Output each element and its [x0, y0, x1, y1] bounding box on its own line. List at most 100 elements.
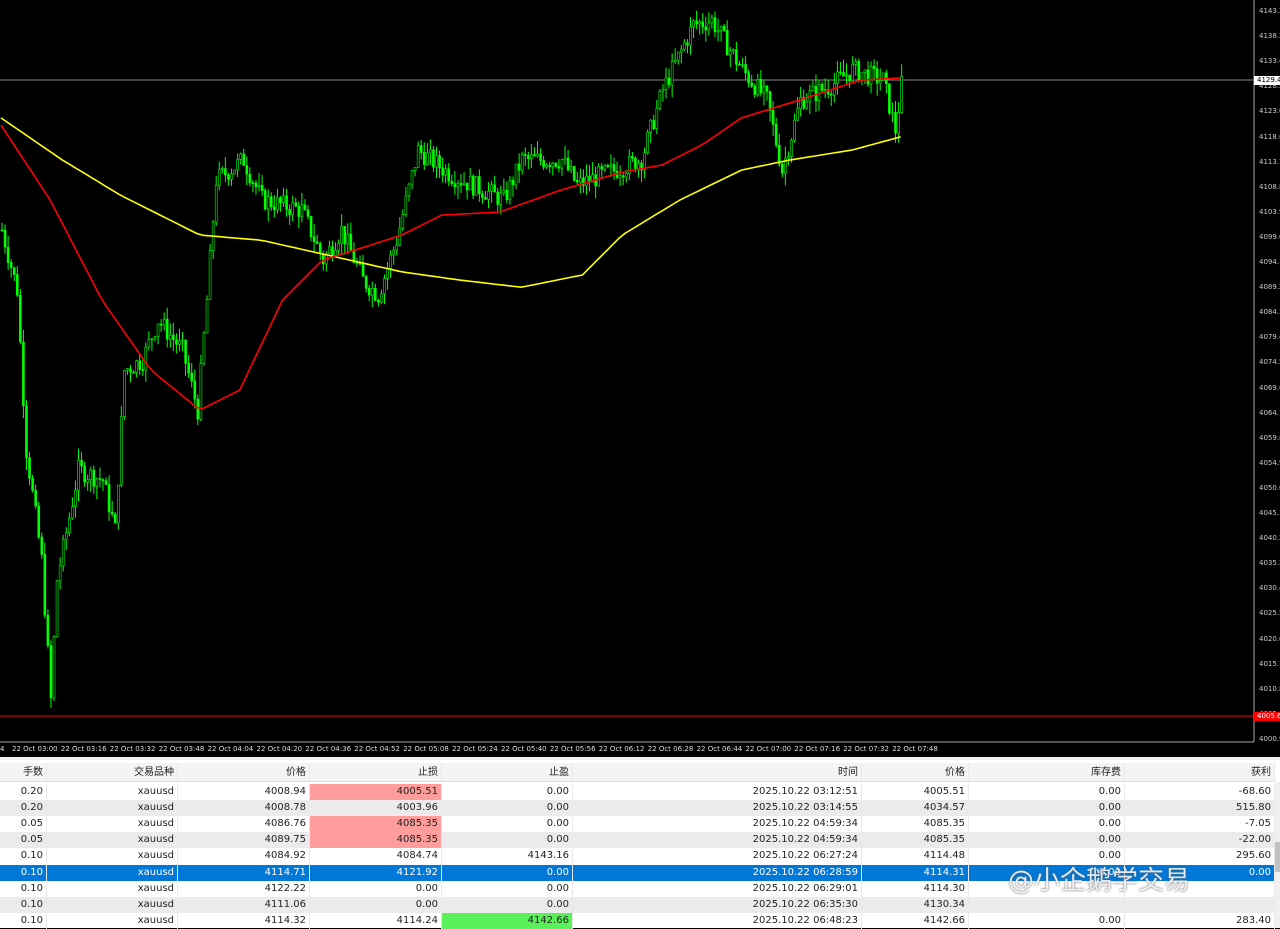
candle-body: [300, 204, 304, 217]
scrollbar[interactable]: [1275, 782, 1280, 928]
table-row[interactable]: 0.20 xauusd 4008.78 4003.96 0.00 2025.10.22 0…: [0, 800, 1275, 817]
candle-body: [120, 416, 123, 486]
table-cell: 4114.31: [862, 864, 969, 881]
candle-body: [728, 50, 732, 56]
candle-body: [273, 206, 276, 211]
time-tick-label: 22 Oct 05:56: [549, 745, 596, 753]
candle-body: [159, 323, 163, 326]
table-cell: 4085.35: [310, 816, 442, 833]
price-tick-label: 4050.0: [1259, 483, 1280, 492]
table-cell: 4008.94: [178, 784, 310, 800]
table-cell: 0.00: [969, 816, 1125, 833]
candle-body: [193, 380, 197, 400]
price-tick-label: 4045.1: [1259, 509, 1280, 517]
table-cell: xauusd: [47, 816, 178, 833]
candle-body: [533, 154, 536, 157]
candle-body: [288, 209, 291, 215]
table-cell: 0.00: [969, 784, 1125, 800]
candle-body: [291, 202, 295, 215]
candle-body: [459, 182, 463, 186]
table-row[interactable]: 0.10 xauusd 4114.32 4114.24 4142.66 2025.10.2…: [0, 912, 1275, 929]
table-cell: [969, 896, 1125, 913]
chart-canvas[interactable]: [0, 0, 1280, 757]
candle-body: [689, 26, 692, 46]
table-cell: 0.20: [0, 800, 47, 817]
candle-body: [539, 153, 542, 161]
table-row[interactable]: 0.10 xauusd 4111.06 0.00 0.00 2025.10.22 06:3…: [0, 896, 1275, 913]
candle-body: [551, 162, 555, 167]
column-header[interactable]: 价格: [862, 763, 969, 781]
column-header[interactable]: 价格: [178, 763, 310, 781]
price-tick-label: 4030.4: [1259, 584, 1280, 593]
table-row[interactable]: 0.05 xauusd 4089.75 4085.35 0.00 2025.10.22 0…: [0, 832, 1275, 849]
table-cell: -68.60: [1125, 784, 1275, 800]
time-tick-label: 22 Oct 07:32: [843, 745, 889, 753]
candle-body: [438, 155, 441, 169]
candle-body: [221, 168, 224, 170]
candle-body: [517, 163, 521, 171]
candle-body: [251, 182, 255, 185]
candle-body: [429, 149, 432, 154]
candle-body: [496, 191, 500, 205]
candle-body: [441, 167, 444, 176]
table-cell: xauusd: [47, 848, 178, 865]
candle-body: [686, 42, 689, 46]
time-tick-label: 22 Oct 07:00: [745, 745, 792, 753]
candle-body: [214, 184, 218, 223]
candle-body: [138, 360, 141, 370]
candle-body: [116, 484, 120, 524]
candle-body: [361, 263, 365, 277]
column-header[interactable]: 止盈: [442, 763, 573, 781]
candle-body: [670, 61, 674, 86]
price-tick-label: 4113.7: [1259, 157, 1280, 166]
candle-body: [747, 72, 750, 84]
candle-body: [22, 341, 25, 407]
candle-body: [230, 173, 233, 180]
candle-body: [542, 160, 545, 168]
price-tick-label: 4133.4: [1259, 57, 1280, 66]
column-header[interactable]: 时间: [573, 763, 862, 781]
candle-body: [202, 332, 206, 364]
table-cell: 4122.22: [178, 880, 310, 897]
table-cell: 2025.10.22 06:29:01: [573, 880, 862, 897]
candle-body: [129, 368, 132, 373]
scrollbar-thumb[interactable]: [1275, 842, 1280, 872]
table-row[interactable]: 0.20 xauusd 4008.94 4005.51 0.00 2025.10.22 0…: [0, 784, 1275, 800]
column-header[interactable]: 止损: [310, 763, 442, 781]
price-chart[interactable]: 4143.24138.34133.44128.54123.64118.64113…: [0, 0, 1280, 757]
candle-body: [597, 166, 601, 187]
candle-body: [71, 506, 74, 519]
candle-body: [774, 124, 778, 146]
candle-body: [205, 299, 209, 334]
table-row[interactable]: 0.05 xauusd 4086.76 4085.35 0.00 2025.10.22 0…: [0, 816, 1275, 833]
table-cell: 4085.35: [862, 816, 969, 833]
candle-body: [242, 153, 246, 166]
table-cell: 0.00: [442, 896, 573, 913]
time-tick-label: 22 Oct 05:40: [501, 745, 547, 753]
candle-body: [346, 233, 350, 245]
candle-body: [435, 155, 438, 168]
candle-body: [695, 20, 698, 25]
candle-body: [857, 61, 861, 81]
table-cell: xauusd: [47, 800, 178, 817]
candle-body: [474, 176, 478, 196]
candle-body: [471, 176, 475, 196]
candle-body: [257, 184, 261, 187]
table-cell: 4005.51: [862, 784, 969, 800]
candle-body: [787, 156, 790, 159]
table-cell: 4086.76: [178, 816, 310, 833]
column-header[interactable]: 库存费: [969, 763, 1125, 781]
table-cell: 0.05: [0, 816, 47, 833]
candle-body: [606, 165, 610, 168]
candle-body: [493, 184, 496, 193]
candle-body: [878, 80, 882, 84]
price-tick-label: 4015.7: [1259, 659, 1280, 668]
candle-body: [331, 246, 334, 256]
column-header[interactable]: 获利: [1125, 763, 1275, 781]
candle-body: [704, 26, 708, 31]
column-header[interactable]: 交易品种: [47, 763, 178, 781]
candle-body: [676, 51, 680, 61]
candle-body: [478, 176, 481, 195]
candle-body: [839, 71, 842, 74]
column-header[interactable]: 手数: [0, 763, 47, 781]
